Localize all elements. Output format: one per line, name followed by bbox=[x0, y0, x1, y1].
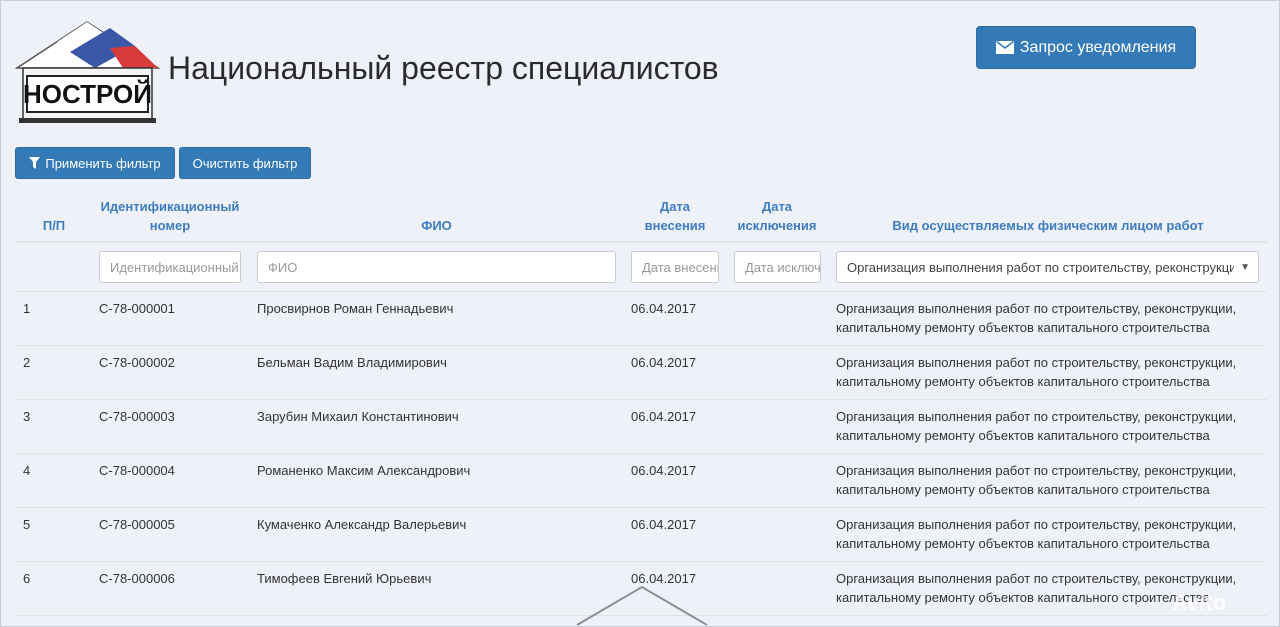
row-work-line2: капитальному ремонту объектов капитально… bbox=[836, 536, 1210, 551]
row-num: 1 bbox=[23, 301, 31, 316]
date-out-filter-input[interactable]: Дата исключения bbox=[734, 251, 821, 283]
work-type-select[interactable]: Организация выполнения работ по строител… bbox=[836, 251, 1259, 283]
row-num: 2 bbox=[23, 355, 31, 370]
column-header-date-in-line2: внесения bbox=[644, 218, 706, 233]
row-work: Организация выполнения работ по строител… bbox=[836, 407, 1256, 445]
row-divider bbox=[15, 507, 1267, 508]
row-work: Организация выполнения работ по строител… bbox=[836, 353, 1256, 391]
fio-filter-input[interactable]: ФИО bbox=[257, 251, 616, 283]
dropdown-arrow-icon: ▼ bbox=[1240, 261, 1250, 273]
row-work-line2: капитальному ремонту объектов капитально… bbox=[836, 428, 1210, 443]
row-fio: Зарубин Михаил Константинович bbox=[257, 409, 459, 424]
column-header-date-out[interactable]: Дата исключения bbox=[728, 197, 826, 235]
clear-filter-button[interactable]: Очистить фильтр bbox=[179, 147, 311, 179]
row-work: Организация выполнения работ по строител… bbox=[836, 299, 1256, 337]
row-id: С-78-000002 bbox=[99, 355, 175, 370]
row-date-in: 06.04.2017 bbox=[631, 571, 697, 586]
row-date-in: 06.04.2017 bbox=[631, 463, 697, 478]
row-work-line1: Организация выполнения работ по строител… bbox=[836, 463, 1237, 478]
row-work-line1: Организация выполнения работ по строител… bbox=[836, 301, 1237, 316]
work-type-selected-value: Организация выполнения работ по строител… bbox=[847, 259, 1235, 275]
column-header-id-line1: Идентификационный bbox=[100, 199, 240, 214]
row-work-line2: капитальному ремонту объектов капитально… bbox=[836, 374, 1210, 389]
column-header-fio[interactable]: ФИО bbox=[257, 216, 616, 235]
logo-text: НОСТРОЙ bbox=[23, 79, 152, 109]
row-work-line1: Организация выполнения работ по строител… bbox=[836, 409, 1237, 424]
row-num: 5 bbox=[23, 517, 31, 532]
row-fio: Кумаченко Александр Валерьевич bbox=[257, 517, 467, 532]
apply-filter-label: Применить фильтр bbox=[45, 155, 161, 171]
row-date-in: 06.04.2017 bbox=[631, 301, 697, 316]
page-title: Национальный реестр специалистов bbox=[168, 50, 719, 86]
column-header-id[interactable]: Идентификационный номер bbox=[90, 197, 250, 235]
column-header-id-line2: номер bbox=[149, 218, 191, 233]
column-header-num[interactable]: П/П bbox=[30, 216, 78, 235]
row-work-line2: капитальному ремонту объектов капитально… bbox=[836, 320, 1210, 335]
row-divider bbox=[15, 291, 1267, 292]
row-work: Организация выполнения работ по строител… bbox=[836, 515, 1256, 553]
column-header-date-out-line2: исключения bbox=[737, 218, 817, 233]
row-divider bbox=[15, 453, 1267, 454]
row-fio: Романенко Максим Александрович bbox=[257, 463, 471, 478]
row-fio: Бельман Вадим Владимирович bbox=[257, 355, 447, 370]
row-id: С-78-000006 bbox=[99, 571, 175, 586]
header-divider bbox=[15, 241, 1267, 243]
avito-watermark: Avito bbox=[1172, 590, 1227, 615]
row-id: С-78-000005 bbox=[99, 517, 175, 532]
row-date-in: 06.04.2017 bbox=[631, 409, 697, 424]
clear-filter-label: Очистить фильтр bbox=[192, 155, 298, 171]
filter-icon bbox=[29, 157, 41, 169]
column-header-date-in[interactable]: Дата внесения bbox=[626, 197, 724, 235]
column-header-work[interactable]: Вид осуществляемых физическим лицом рабо… bbox=[836, 216, 1260, 235]
notification-request-label: Запрос уведомления bbox=[1019, 38, 1177, 56]
row-work-line2: капитальному ремонту объектов капитально… bbox=[836, 482, 1210, 497]
row-date-in: 06.04.2017 bbox=[631, 517, 697, 532]
row-id: С-78-000001 bbox=[99, 301, 175, 316]
notification-request-button[interactable]: Запрос уведомления bbox=[976, 26, 1196, 69]
envelope-icon bbox=[995, 41, 1014, 54]
row-id: С-78-000004 bbox=[99, 463, 175, 478]
row-date-in: 06.04.2017 bbox=[631, 355, 697, 370]
row-work-line1: Организация выполнения работ по строител… bbox=[836, 517, 1237, 532]
row-num: 4 bbox=[23, 463, 31, 478]
row-divider bbox=[15, 399, 1267, 400]
apply-filter-button[interactable]: Применить фильтр bbox=[15, 147, 175, 179]
date-in-filter-input[interactable]: Дата внесения bbox=[631, 251, 719, 283]
row-work: Организация выполнения работ по строител… bbox=[836, 461, 1256, 499]
row-divider bbox=[15, 345, 1267, 346]
id-filter-input[interactable]: Идентификационный bbox=[99, 251, 241, 283]
row-fio: Тимофеев Евгений Юрьевич bbox=[257, 571, 432, 586]
row-num: 6 bbox=[23, 571, 31, 586]
row-work-line1: Организация выполнения работ по строител… bbox=[836, 355, 1237, 370]
row-num: 3 bbox=[23, 409, 31, 424]
column-header-date-in-line1: Дата bbox=[659, 199, 691, 214]
row-work-line1: Организация выполнения работ по строител… bbox=[836, 571, 1237, 586]
row-fio: Просвирнов Роман Геннадьевич bbox=[257, 301, 454, 316]
column-header-date-out-line1: Дата bbox=[761, 199, 793, 214]
nostroy-logo: НОСТРОЙ bbox=[15, 21, 160, 123]
row-divider bbox=[15, 561, 1267, 562]
scroll-up-chevron-icon[interactable] bbox=[575, 585, 710, 627]
row-id: С-78-000003 bbox=[99, 409, 175, 424]
